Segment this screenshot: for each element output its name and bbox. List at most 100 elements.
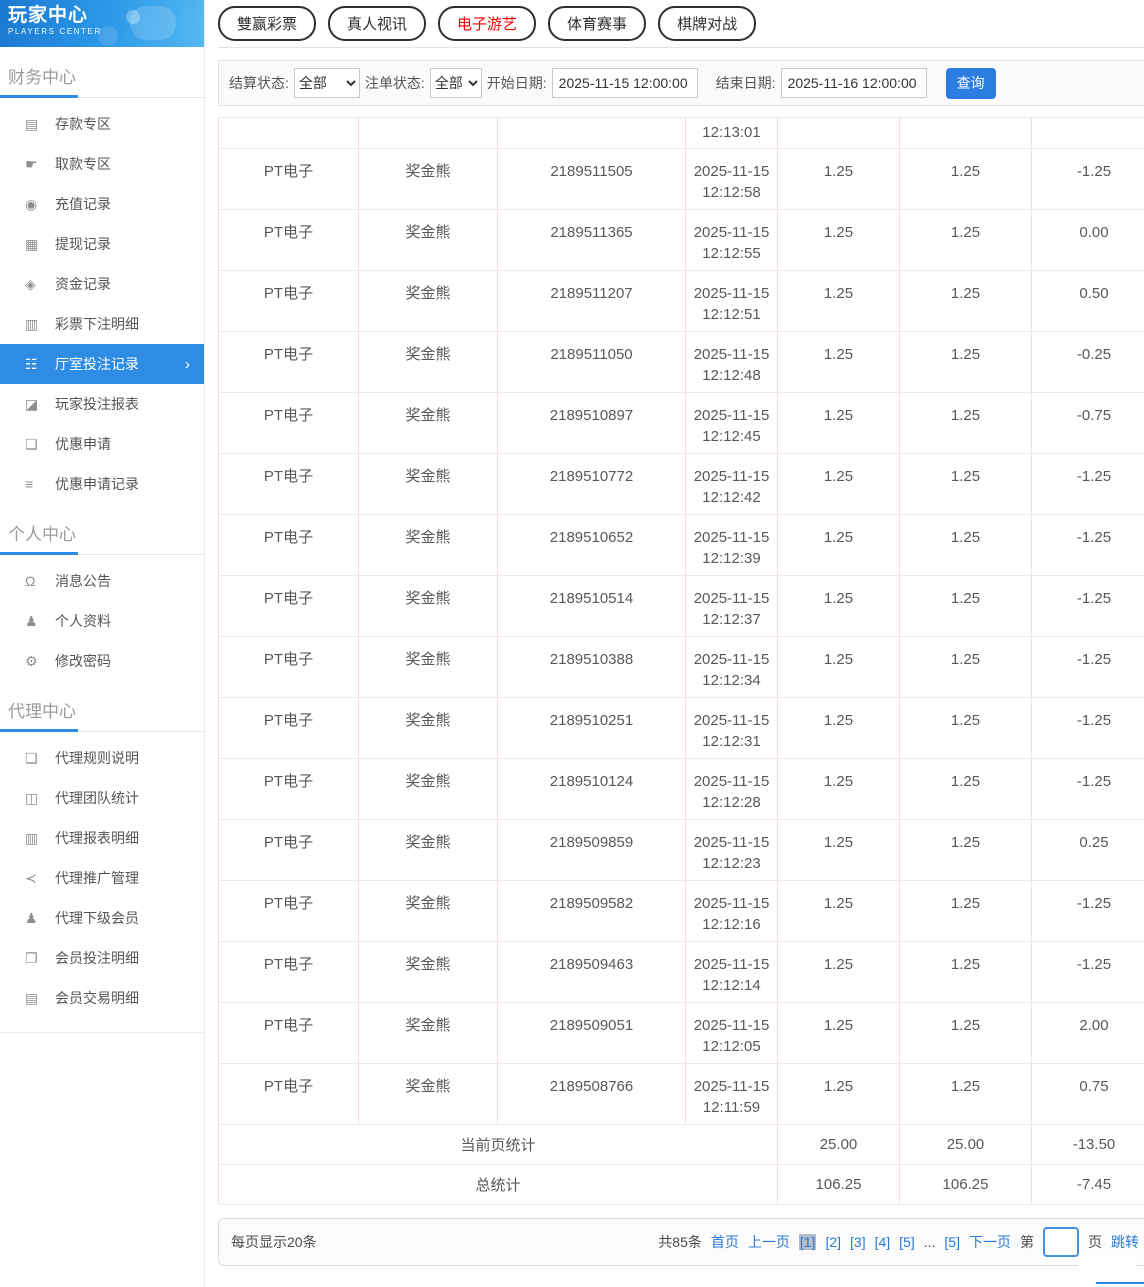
next-page-link[interactable]: 下一页	[969, 1232, 1011, 1252]
cell-valid-amount: 1.25	[899, 758, 1032, 820]
cell-profit: 0.25	[1031, 819, 1144, 881]
first-page-link[interactable]: 首页	[711, 1232, 739, 1252]
table-row: PT电子 奖金熊 2189510514 2025-11-15 12:12:37 1.25 1…	[218, 575, 1144, 637]
cell-bet-id: 2189510124	[497, 758, 686, 820]
sidebar-item-recharge-record[interactable]: ◉ 充值记录	[0, 184, 204, 224]
bet-date: 2025-11-15	[693, 1017, 770, 1034]
cell-valid-amount: 1.25	[899, 941, 1032, 1003]
nav-pill-active[interactable]: 电子游艺	[438, 6, 537, 41]
sidebar-item-withdraw-record[interactable]: ▦ 提现记录	[0, 224, 204, 264]
cell-profit: 0.00	[1031, 209, 1144, 271]
page-link-5[interactable]: [5]	[899, 1234, 915, 1250]
table-row: PT电子 奖金熊 2189508766 2025-11-15 12:11:59 1.25 1…	[218, 1063, 1144, 1125]
cell-bet-amount: 1.25	[777, 819, 900, 881]
page-link-4[interactable]: [4]	[875, 1234, 891, 1250]
sidebar-item-lottery-bet-detail[interactable]: ▥ 彩票下注明细	[0, 304, 204, 344]
bet-time: 12:12:16	[702, 916, 761, 933]
sidebar-item-withdraw-hand[interactable]: ☛ 取款专区	[0, 144, 204, 184]
sidebar-item-agent-report-detail[interactable]: ▥ 代理报表明细	[0, 818, 204, 858]
current-page-summary-row: 当前页统计 25.00 25.00 -13.50	[218, 1124, 1144, 1165]
bet-time: 12:12:58	[702, 184, 761, 201]
cell-bet-amount: 1.25	[777, 209, 900, 271]
sidebar-item-label: 修改密码	[55, 653, 111, 669]
cell-bet-id: 2189510514	[497, 575, 686, 637]
main-content: 雙赢彩票 真人视讯 电子游艺 体育赛事 棋牌对战 结算状态: 全部 注单状态: 全部 开…	[205, 0, 1144, 1287]
page-link-1[interactable]: [1]	[798, 1234, 817, 1250]
sidebar-item-label: 厅室投注记录	[55, 356, 139, 372]
end-date-input[interactable]	[780, 68, 927, 98]
jump-page-input[interactable]	[1043, 1227, 1079, 1257]
query-button[interactable]: 查询	[945, 67, 996, 99]
bet-records-table: 12:13:01 PT电子 奖金熊 2189511505 2025-11-15 12:12…	[218, 117, 1144, 1205]
sidebar-item-member-trans-detail[interactable]: ▤ 会员交易明细	[0, 978, 204, 1018]
cell-bet-amount: 1.25	[777, 758, 900, 820]
bet-date: 2025-11-15	[693, 163, 770, 180]
start-date-input[interactable]	[551, 68, 698, 98]
gear-icon: ⚙	[25, 652, 38, 669]
bet-date: 2025-11-15	[693, 468, 770, 485]
bet-date: 2025-11-15	[693, 285, 770, 302]
cell-bet-id	[497, 117, 686, 149]
settle-status-select[interactable]: 全部	[293, 68, 360, 98]
nav-pill-item[interactable]: 棋牌对战	[658, 6, 757, 41]
cell-time: 2025-11-15 12:12:48	[685, 331, 778, 393]
cell-game-name: 奖金熊	[358, 1063, 498, 1125]
cell-profit	[1031, 117, 1144, 149]
table-row: PT电子 奖金熊 2189509051 2025-11-15 12:12:05 1.25 1…	[218, 1002, 1144, 1064]
cell-profit: 0.50	[1031, 270, 1144, 332]
last-page-link[interactable]: [5]	[944, 1234, 960, 1250]
cell-valid-amount: 1.25	[899, 514, 1032, 576]
prev-page-link[interactable]: 上一页	[748, 1232, 790, 1252]
jump-go-link[interactable]: 跳转	[1111, 1232, 1139, 1252]
cell-game-name: 奖金熊	[358, 270, 498, 332]
bet-date: 2025-11-15	[693, 712, 770, 729]
cell-profit: -1.25	[1031, 941, 1144, 1003]
cell-bet-id: 2189509859	[497, 819, 686, 881]
sidebar-item-agent-rules[interactable]: ❏ 代理规则说明	[0, 738, 204, 778]
cell-time: 2025-11-15 12:12:55	[685, 209, 778, 271]
sidebar-item-hall-bet-record[interactable]: ☷ 厅室投注记录 ›	[0, 344, 204, 384]
summary-profit: -7.45	[1031, 1164, 1144, 1205]
sidebar-item-player-bet-report[interactable]: ◪ 玩家投注报表	[0, 384, 204, 424]
sidebar-item-label: 优惠申请	[55, 436, 111, 452]
sidebar-item-gear[interactable]: ⚙ 修改密码	[0, 641, 204, 681]
summary-label: 当前页统计	[218, 1124, 778, 1165]
cell-profit: -0.75	[1031, 392, 1144, 454]
cell-valid-amount: 1.25	[899, 209, 1032, 271]
per-page-label: 每页显示20条	[231, 1234, 317, 1250]
cell-profit: -1.25	[1031, 514, 1144, 576]
page-link-2[interactable]: [2]	[825, 1234, 841, 1250]
cell-profit: 2.00	[1031, 1002, 1144, 1064]
nav-pill-item[interactable]: 雙赢彩票	[218, 6, 317, 41]
sidebar-item-promo-apply[interactable]: ❏ 优惠申请	[0, 424, 204, 464]
sidebar-item-funds-record[interactable]: ◈ 资金记录	[0, 264, 204, 304]
sidebar-item-bell[interactable]: Ω 消息公告	[0, 561, 204, 601]
summary-valid-amount: 106.25	[899, 1164, 1032, 1205]
bottom-blue-line	[1096, 1282, 1144, 1284]
sidebar-item-person[interactable]: ♟ 个人资料	[0, 601, 204, 641]
sidebar-item-promo-apply-record[interactable]: ≡ 优惠申请记录	[0, 464, 204, 504]
lottery-bet-detail-icon: ▥	[25, 315, 39, 332]
cell-game-name: 奖金熊	[358, 758, 498, 820]
page-link-3[interactable]: [3]	[850, 1234, 866, 1250]
sidebar-item-label: 充值记录	[55, 196, 111, 212]
cell-valid-amount: 1.25	[899, 1002, 1032, 1064]
sidebar-item-agent-team-stats[interactable]: ◫ 代理团队统计	[0, 778, 204, 818]
sidebar-item-agent-promotion[interactable]: ≺ 代理推广管理	[0, 858, 204, 898]
cell-time: 2025-11-15 12:12:39	[685, 514, 778, 576]
nav-pill-item[interactable]: 真人视讯	[328, 6, 427, 41]
total-count-label: 共85条	[658, 1234, 702, 1250]
overlay-patch	[1078, 1256, 1136, 1268]
sidebar-item-member-bet-detail[interactable]: ❐ 会员投注明细	[0, 938, 204, 978]
sidebar-item-deposit-card[interactable]: ▤ 存款专区	[0, 104, 204, 144]
sidebar-item-agent-members[interactable]: ♟ 代理下级会员	[0, 898, 204, 938]
order-status-select[interactable]: 全部	[429, 68, 482, 98]
agent-promotion-icon: ≺	[25, 869, 37, 886]
cell-game: PT电子	[218, 270, 359, 332]
bet-time: 12:12:42	[702, 489, 761, 506]
member-trans-detail-icon: ▤	[25, 989, 39, 1006]
section-divider	[0, 552, 204, 555]
cell-valid-amount: 1.25	[899, 1063, 1032, 1125]
nav-pill-item[interactable]: 体育赛事	[548, 6, 647, 41]
cell-game: PT电子	[218, 697, 359, 759]
